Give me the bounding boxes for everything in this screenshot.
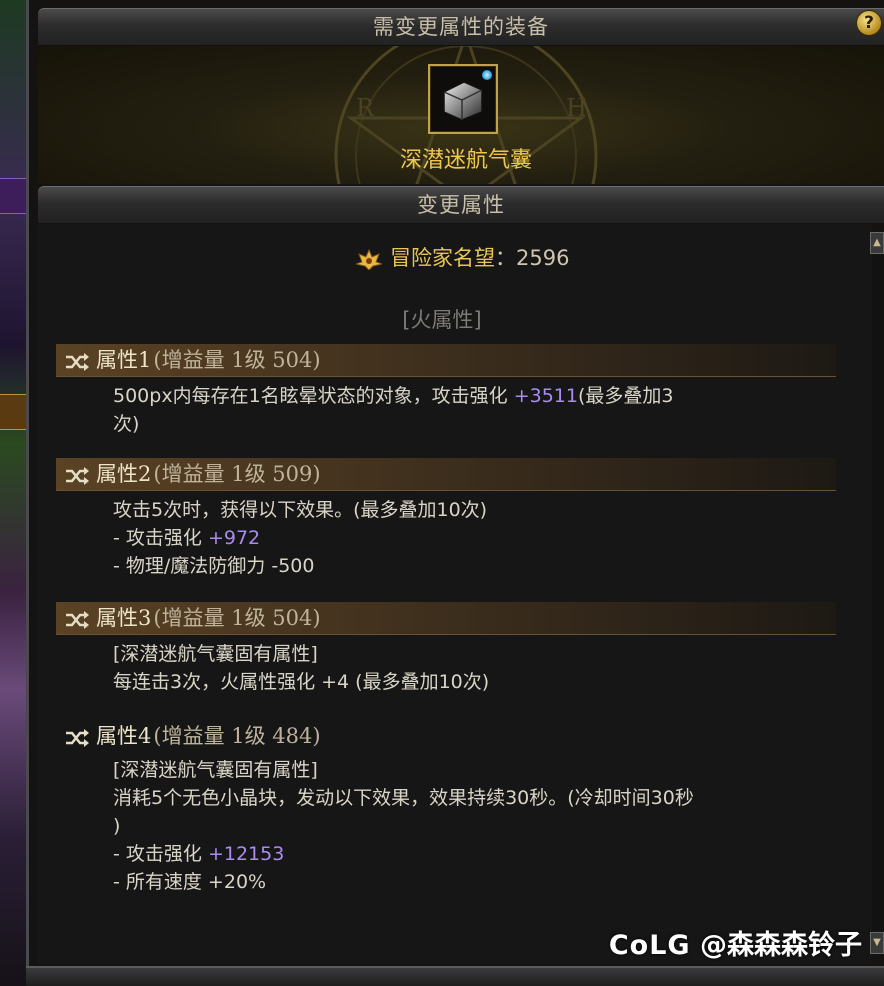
attribute-description-1: 500px内每存在1名眩晕状态的对象，攻击强化 +3511(最多叠加3 次) [113,382,803,438]
shuffle-icon [66,466,89,485]
fame-crown-icon [356,248,382,270]
attribute-name: 属性1 [96,348,152,372]
fame-label: 冒险家名望 [390,246,495,270]
desc-line: - 所有速度 +20% [113,871,267,893]
attribute-description-2: 攻击5次时，获得以下效果。(最多叠加10次) - 攻击强化 +972 - 物理/… [113,496,803,580]
desc-line: - 攻击强化 +972 [113,524,803,552]
desc-highlight: +12153 [207,843,285,865]
svg-text:H: H [566,94,587,122]
shuffle-icon [66,610,89,629]
attribute-meta: (增益量 1级 484) [153,724,321,748]
desc-line: ) [113,815,121,837]
attribute-name: 属性3 [96,606,152,630]
element-type-label: [火属性] [402,308,482,332]
desc-text: - 攻击强化 [113,527,208,549]
fame-value: 2596 [516,246,570,270]
desc-line: 次) [113,413,140,435]
desc-suffix: (最多叠加3 [577,385,674,407]
desc-line: [深潜迷航气囊固有属性] [113,643,318,665]
attribute-name: 属性4 [96,724,152,748]
watermark: CoLG @森森森铃子 [609,928,862,964]
attribute-meta: (增益量 1级 504) [153,606,321,630]
fame-separator: ： [495,246,516,270]
equipment-cube-icon [443,81,483,121]
shuffle-icon [66,728,89,747]
attribute-name: 属性2 [96,462,152,486]
game-ui-fragment [0,178,28,214]
attribute-header-4[interactable]: 属性4(增益量 1级 484) [56,720,836,752]
equip-section-header: 需变更属性的装备 [38,8,884,46]
desc-text: - 攻击强化 [113,843,208,865]
shuffle-icon [66,352,89,371]
attribute-header-3[interactable]: 属性3(增益量 1级 504) [56,602,836,635]
colg-logo: CoLG [608,930,691,961]
attr-section-title: 变更属性 [417,193,505,217]
desc-line: [深潜迷航气囊固有属性] [113,759,318,781]
gem-indicator [482,70,492,80]
desc-line: 500px内每存在1名眩晕状态的对象，攻击强化 +3511(最多叠加3 [113,382,803,410]
desc-line: 每连击3次，火属性强化 +4 (最多叠加10次) [113,671,490,693]
help-button[interactable]: ? [856,10,882,36]
window-bottom-edge [26,966,884,986]
attribute-meta: (增益量 1级 504) [153,348,321,372]
scroll-down-button[interactable]: ▼ [870,932,884,954]
game-ui-fragment [0,394,28,430]
attribute-meta: (增益量 1级 509) [153,462,321,486]
desc-line: - 攻击强化 +12153 [113,840,803,868]
desc-line: 攻击5次时，获得以下效果。(最多叠加10次) [113,499,488,521]
attr-section-header: 变更属性 [38,186,884,224]
item-name: 深潜迷航气囊 [399,148,532,173]
svg-text:R: R [356,94,375,122]
desc-highlight: +3511 [513,385,578,407]
scroll-up-button[interactable]: ▲ [870,232,884,254]
desc-text: 500px内每存在1名眩晕状态的对象，攻击强化 [113,385,514,407]
fame-row: 冒险家名望：2596 [356,244,569,272]
attribute-description-3: [深潜迷航气囊固有属性] 每连击3次，火属性强化 +4 (最多叠加10次) [113,640,803,696]
attribute-header-1[interactable]: 属性1(增益量 1级 504) [56,344,836,377]
equipment-display-panel: R H 深潜迷航气囊 [38,46,884,184]
equip-section-title: 需变更属性的装备 [373,15,549,39]
desc-highlight: +972 [207,527,261,549]
watermark-author: @森森森铃子 [700,930,862,961]
equipment-slot[interactable] [428,64,498,134]
desc-line: - 物理/魔法防御力 -500 [113,555,315,577]
attribute-header-2[interactable]: 属性2(增益量 1级 509) [56,458,836,491]
desc-line: 消耗5个无色小晶块，发动以下效果，效果持续30秒。(冷却时间30秒 [113,787,694,809]
scrollbar-track[interactable] [872,256,882,930]
attribute-description-4: [深潜迷航气囊固有属性] 消耗5个无色小晶块，发动以下效果，效果持续30秒。(冷… [113,756,803,896]
